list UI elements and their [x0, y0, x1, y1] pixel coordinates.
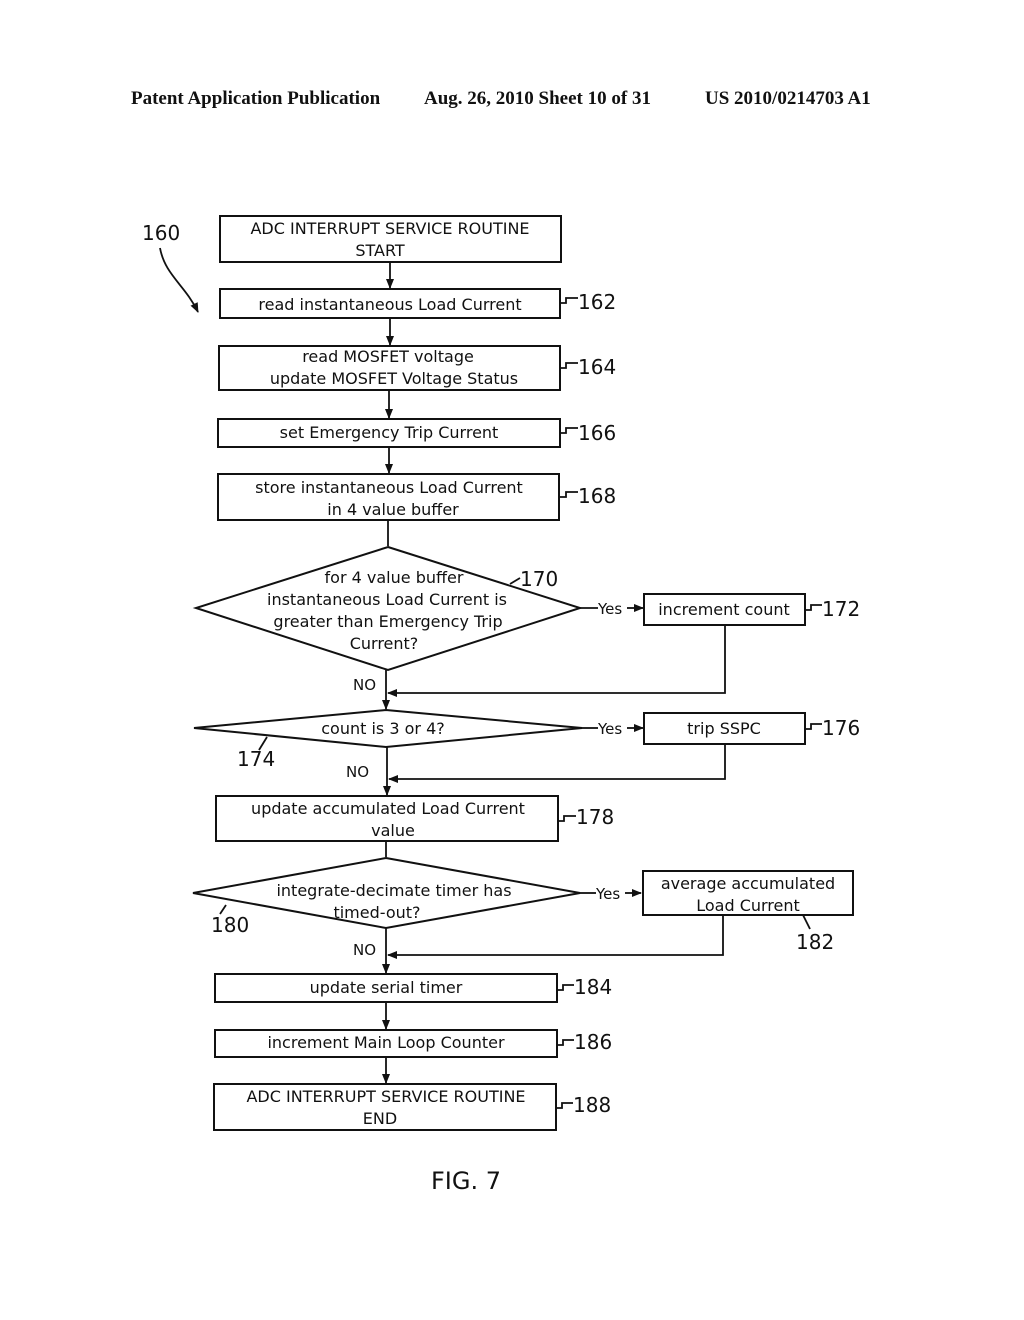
yes-label-180: Yes [595, 885, 620, 903]
step-end-line-2: END [363, 1109, 397, 1128]
leader-166 [560, 427, 578, 434]
leader-188 [556, 1102, 573, 1109]
figure-label: FIG. 7 [431, 1167, 501, 1195]
ref-184: 184 [574, 975, 612, 999]
leader-168 [559, 491, 578, 498]
decision-170-line-2: instantaneous Load Current is [267, 590, 507, 609]
leader-182 [802, 914, 811, 930]
no-label-170: NO [353, 676, 376, 694]
step-164: read MOSFET voltage update MOSFET Voltag… [218, 345, 616, 391]
ref-160-arrow [159, 247, 199, 313]
decision-180: integrate-decimate timer has timed-out? … [192, 856, 581, 937]
step-164-line-1: read MOSFET voltage [302, 347, 474, 366]
step-start-line-1: ADC INTERRUPT SERVICE ROUTINE [250, 219, 529, 238]
decision-180-line-1: integrate-decimate timer has [276, 881, 511, 900]
step-168: store instantaneous Load Current in 4 va… [217, 473, 616, 521]
ref-174: 174 [237, 747, 275, 771]
ref-186: 186 [574, 1030, 612, 1054]
yes-label-174: Yes [597, 720, 622, 738]
step-end-line-1: ADC INTERRUPT SERVICE ROUTINE [246, 1087, 525, 1106]
ref-168: 168 [578, 484, 616, 508]
loop-182-back [387, 915, 724, 959]
step-168-line-2: in 4 value buffer [327, 500, 459, 519]
step-178: update accumulated Load Current value 17… [215, 795, 614, 842]
step-182-line-1: average accumulated [661, 874, 835, 893]
leader-170 [509, 577, 521, 585]
ref-176: 176 [822, 716, 860, 740]
step-172-text: increment count [658, 600, 790, 619]
step-166: set Emergency Trip Current 166 [217, 418, 616, 448]
ref-188: 188 [573, 1093, 611, 1117]
leader-162 [560, 297, 578, 304]
step-178-line-2: value [371, 821, 415, 840]
leader-164 [560, 362, 578, 369]
ref-160: 160 [142, 221, 180, 245]
leader-176 [805, 723, 822, 730]
step-168-line-1: store instantaneous Load Current [255, 478, 523, 497]
yes-label-170: Yes [597, 600, 622, 618]
step-164-line-2: update MOSFET Voltage Status [270, 369, 518, 388]
ref-164: 164 [578, 355, 616, 379]
step-176-text: trip SSPC [687, 719, 761, 738]
ref-182: 182 [796, 930, 834, 954]
step-162: read instantaneous Load Current 162 [219, 288, 616, 319]
decision-170: for 4 value buffer instantaneous Load Cu… [192, 545, 584, 672]
step-172: increment count 172 [643, 593, 860, 626]
decision-174-text: count is 3 or 4? [321, 719, 444, 738]
no-label-174: NO [346, 763, 369, 781]
leader-184 [557, 984, 574, 991]
step-184: update serial timer 184 [214, 973, 612, 1003]
decision-170-line-1: for 4 value buffer [325, 568, 464, 587]
step-start: ADC INTERRUPT SERVICE ROUTINE START [219, 215, 562, 263]
ref-166: 166 [578, 421, 616, 445]
ref-172: 172 [822, 597, 860, 621]
step-182: average accumulated Load Current 182 [642, 870, 854, 954]
ref-178: 178 [576, 805, 614, 829]
step-162-text: read instantaneous Load Current [258, 295, 521, 314]
flowchart: 160 ADC INTERRUPT SERVICE ROUTINE START … [142, 215, 860, 1195]
step-184-text: update serial timer [310, 978, 463, 997]
decision-170-line-4: Current? [350, 634, 419, 653]
step-start-line-2: START [355, 241, 405, 260]
decision-170-line-3: greater than Emergency Trip [273, 612, 502, 631]
step-182-line-2: Load Current [696, 896, 800, 915]
no-label-180: NO [353, 941, 376, 959]
loop-176-back [388, 744, 726, 783]
ref-180: 180 [211, 913, 249, 937]
step-176: trip SSPC 176 [643, 712, 860, 745]
step-186: increment Main Loop Counter 186 [214, 1029, 612, 1058]
decision-180-line-2: timed-out? [333, 903, 420, 922]
ref-170: 170 [520, 567, 558, 591]
step-186-text: increment Main Loop Counter [267, 1033, 504, 1052]
step-178-line-1: update accumulated Load Current [251, 799, 525, 818]
ref-162: 162 [578, 290, 616, 314]
leader-172 [805, 604, 822, 611]
step-end: ADC INTERRUPT SERVICE ROUTINE END 188 [213, 1083, 611, 1131]
step-166-text: set Emergency Trip Current [280, 423, 499, 442]
leader-186 [557, 1039, 574, 1046]
leader-178 [558, 815, 576, 822]
decision-174: count is 3 or 4? 174 [193, 708, 583, 771]
